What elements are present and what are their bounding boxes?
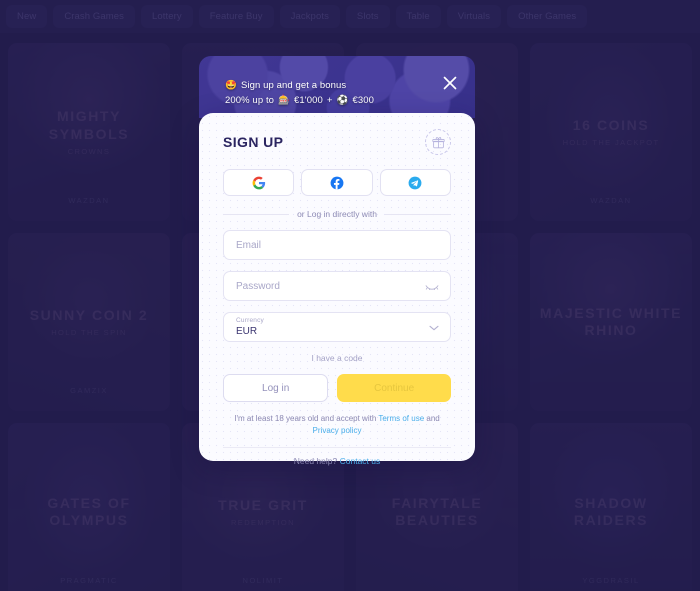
card-header: SIGN UP <box>223 129 451 155</box>
signup-card: SIGN UP or Log in directly with Email Pa… <box>199 113 475 466</box>
password-field[interactable]: Password <box>223 271 451 301</box>
currency-select[interactable]: Currency EUR <box>223 312 451 342</box>
divider-label: or Log in directly with <box>297 209 377 219</box>
chevron-down-icon[interactable] <box>429 318 439 336</box>
football-icon: ⚽ <box>336 95 349 106</box>
currency-label: Currency <box>236 317 264 324</box>
divider-line-right <box>384 213 451 215</box>
help-text: Need help? <box>293 456 338 466</box>
bonus-amount-2: €300 <box>352 95 374 106</box>
help-row: Need help? Contact us <box>223 456 451 466</box>
signup-modal: 🤩 Sign up and get a bonus 200% up to 🎰 €… <box>199 56 475 466</box>
google-login-button[interactable] <box>223 169 295 196</box>
telegram-icon <box>408 176 422 189</box>
currency-value: EUR <box>236 326 258 337</box>
page-title: SIGN UP <box>223 134 284 150</box>
bonus-line-2-prefix: 200% up to <box>225 95 275 106</box>
close-icon[interactable] <box>439 72 461 94</box>
email-placeholder: Email <box>236 239 262 251</box>
login-divider: or Log in directly with <box>223 209 451 219</box>
slot-machine-icon: 🎰 <box>278 95 291 106</box>
password-placeholder: Password <box>236 280 280 292</box>
eye-off-icon[interactable] <box>425 277 439 295</box>
gift-icon[interactable] <box>425 129 451 155</box>
bonus-amount-1: €1'000 <box>294 95 323 106</box>
help-divider <box>223 447 451 448</box>
google-icon <box>252 176 265 189</box>
email-field[interactable]: Email <box>223 230 451 260</box>
party-emoji-icon: 🤩 <box>225 80 237 91</box>
facebook-icon <box>330 176 344 189</box>
terms-and: and <box>426 414 440 423</box>
bonus-banner-text: 🤩 Sign up and get a bonus 200% up to 🎰 €… <box>225 78 374 108</box>
bonus-line-1: Sign up and get a bonus <box>240 80 347 91</box>
social-login-row <box>223 169 451 196</box>
page-root: NewCrash GamesLotteryFeature BuyJackpots… <box>0 0 700 591</box>
divider-line-left <box>223 213 290 215</box>
terms-prefix: I'm at least 18 years old and accept wit… <box>234 414 377 423</box>
facebook-login-button[interactable] <box>301 169 373 196</box>
continue-button[interactable]: Continue <box>337 374 451 402</box>
login-button[interactable]: Log in <box>223 374 329 402</box>
action-buttons: Log in Continue <box>223 374 451 402</box>
telegram-login-button[interactable] <box>379 169 451 196</box>
privacy-policy-link[interactable]: Privacy policy <box>313 426 362 435</box>
terms-text: I'm at least 18 years old and accept wit… <box>223 413 451 437</box>
bonus-banner: 🤩 Sign up and get a bonus 200% up to 🎰 €… <box>199 56 475 118</box>
terms-of-use-link[interactable]: Terms of use <box>378 414 424 423</box>
have-a-code-link[interactable]: I have a code <box>223 353 451 363</box>
contact-us-link[interactable]: Contact us <box>340 456 381 466</box>
bonus-plus: + <box>326 95 333 106</box>
